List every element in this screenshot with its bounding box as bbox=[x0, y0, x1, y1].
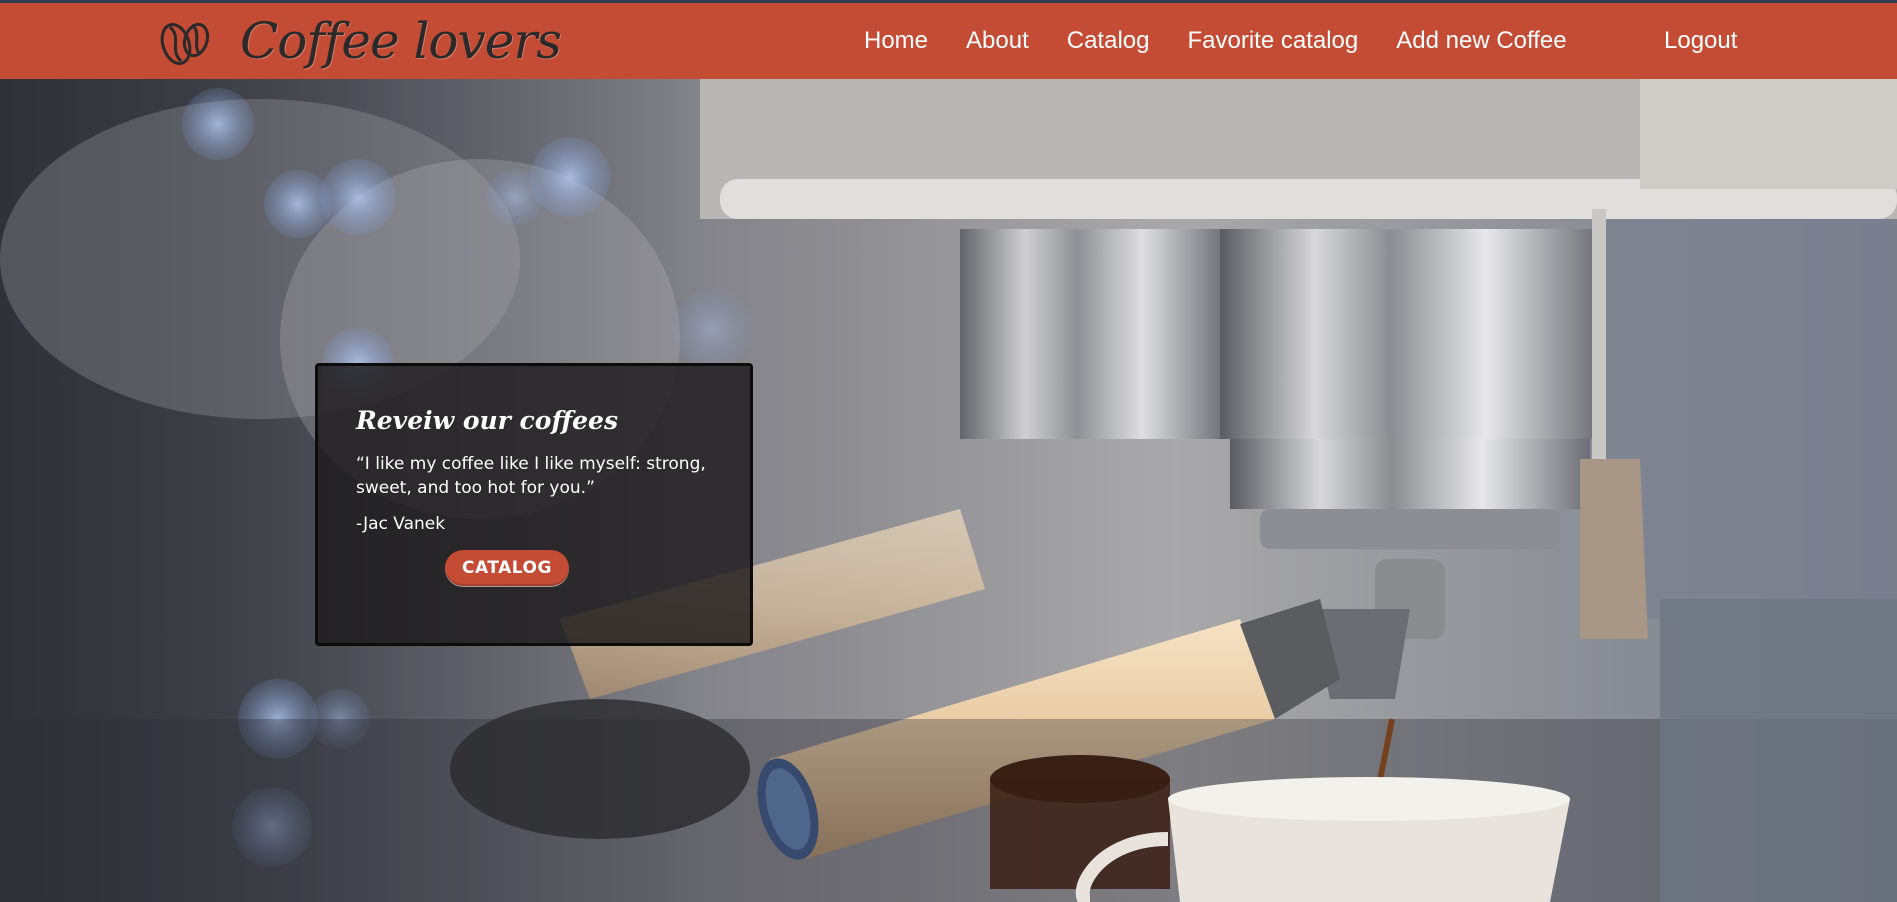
hero-background bbox=[0, 79, 1897, 902]
catalog-button[interactable]: CATALOG bbox=[445, 550, 569, 586]
nav-catalog[interactable]: Catalog bbox=[1067, 27, 1150, 55]
brand-logo[interactable]: Coffee lovers bbox=[156, 9, 562, 73]
coffee-beans-icon bbox=[160, 22, 210, 65]
nav-favorite-catalog[interactable]: Favorite catalog bbox=[1187, 27, 1358, 55]
review-title: Reveiw our coffees bbox=[356, 406, 619, 435]
brand-name: Coffee lovers bbox=[240, 12, 562, 70]
page: Coffee lovers Home About Catalog Favorit… bbox=[0, 0, 1897, 902]
nav-home[interactable]: Home bbox=[864, 27, 928, 55]
review-card: Reveiw our coffees “I like my coffee lik… bbox=[315, 363, 753, 646]
main-nav: Home About Catalog Favorite catalog Add … bbox=[864, 3, 1567, 79]
espresso-machine-image bbox=[0, 79, 1897, 902]
nav-logout[interactable]: Logout bbox=[1664, 3, 1737, 79]
top-strip bbox=[0, 0, 1897, 3]
nav-add-new-coffee[interactable]: Add new Coffee bbox=[1396, 27, 1566, 55]
review-quote: “I like my coffee like I like myself: st… bbox=[356, 454, 706, 498]
review-author: -Jac Vanek bbox=[356, 514, 446, 534]
nav-about[interactable]: About bbox=[966, 27, 1029, 55]
navbar: Coffee lovers Home About Catalog Favorit… bbox=[0, 3, 1897, 79]
